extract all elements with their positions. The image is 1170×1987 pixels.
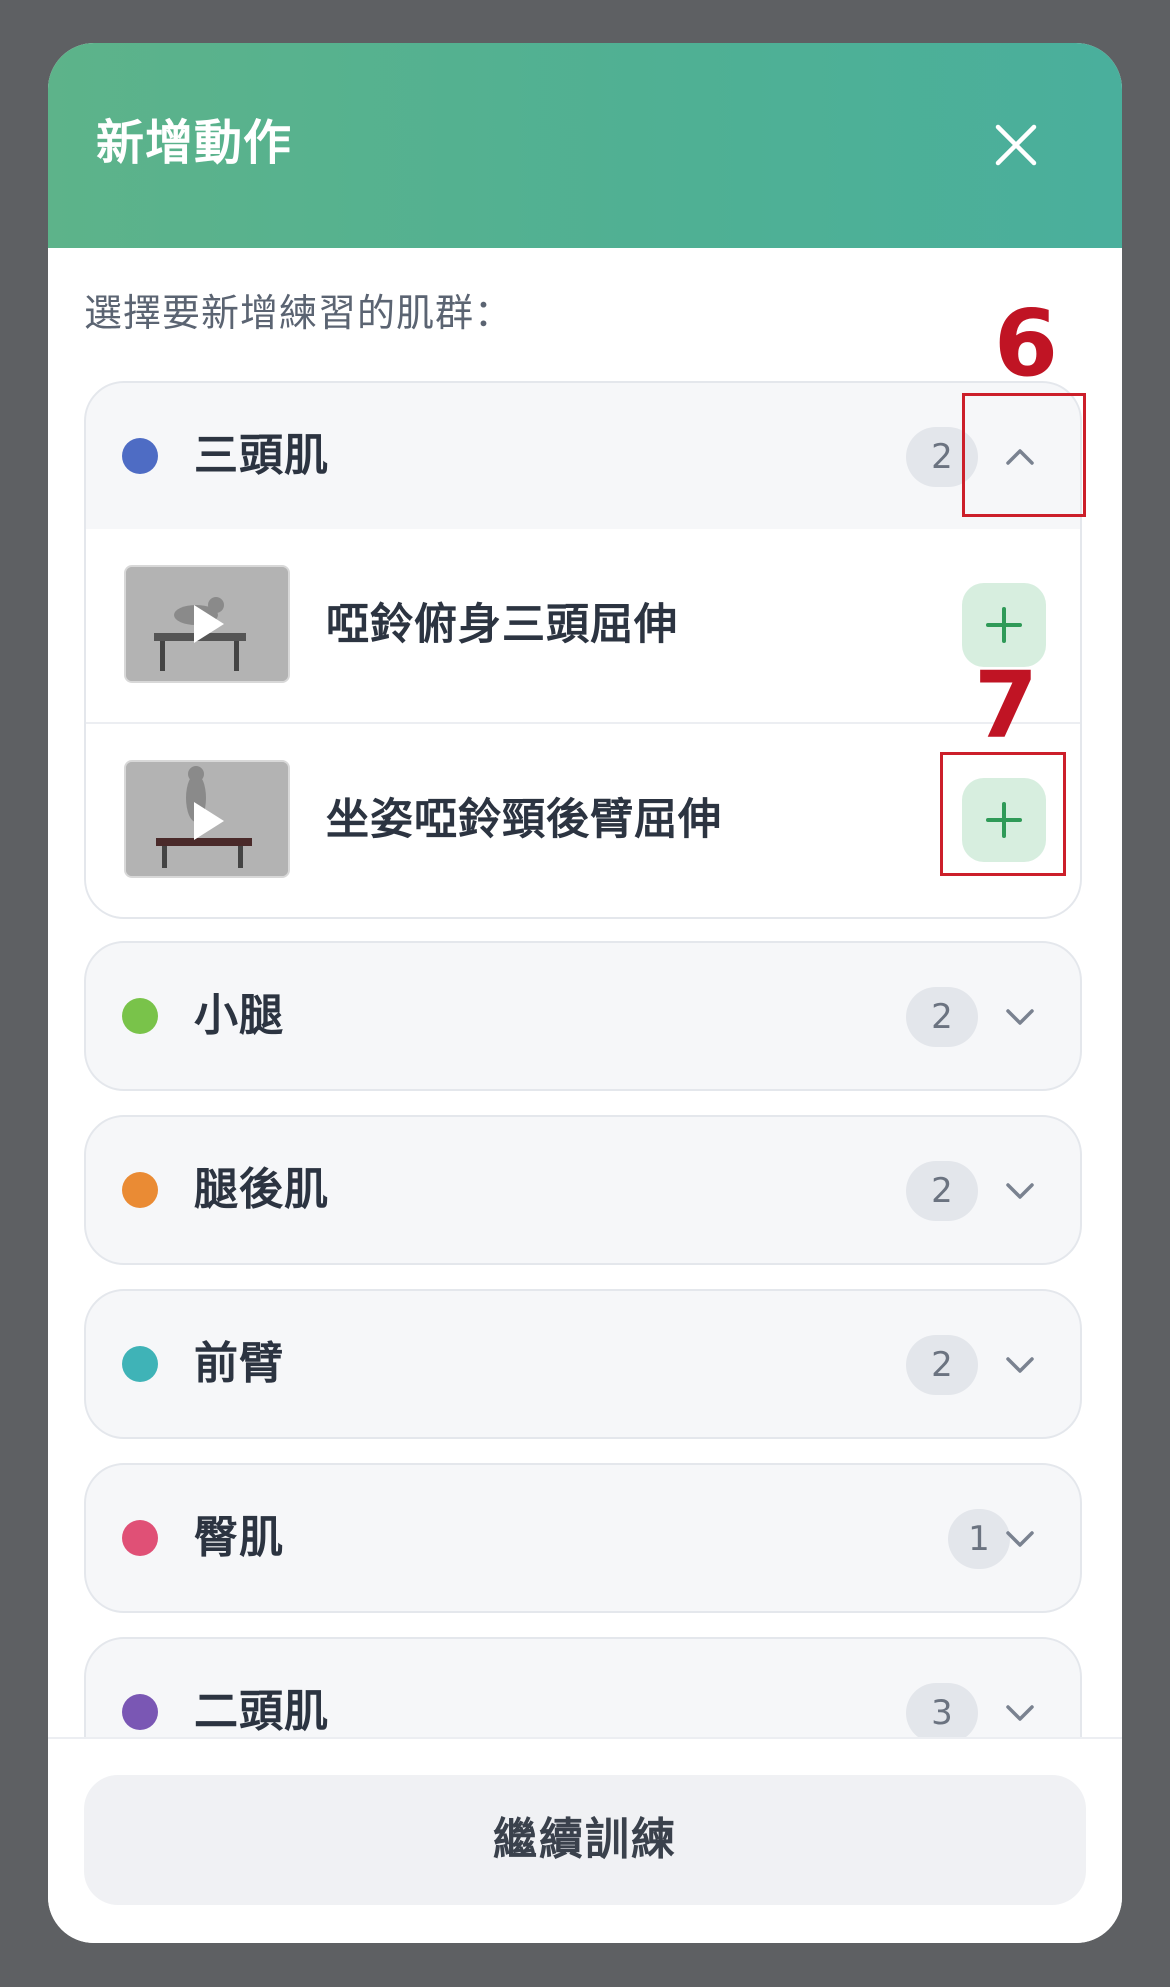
exercise-video-thumbnail[interactable] bbox=[124, 760, 290, 878]
group-header-forearms[interactable]: 前臂 2 bbox=[86, 1291, 1080, 1437]
footer-divider bbox=[48, 1737, 1122, 1739]
group-card-calves[interactable]: 小腿 2 bbox=[84, 941, 1082, 1091]
group-name: 三頭肌 bbox=[194, 430, 329, 481]
group-name: 腿後肌 bbox=[194, 1164, 329, 1215]
exercise-name: 坐姿啞鈴頸後臂屈伸 bbox=[326, 795, 722, 845]
group-count-badge: 3 bbox=[906, 1683, 978, 1743]
group-name: 前臂 bbox=[194, 1338, 284, 1389]
group-color-dot bbox=[122, 1520, 158, 1556]
group-header-triceps[interactable]: 三頭肌 2 bbox=[86, 383, 1080, 529]
add-exercise-modal: 新增動作 選擇要新增練習的肌群： 三頭肌 2 啞鈴俯身三頭屈伸 坐姿啞鈴頸後臂屈… bbox=[48, 43, 1122, 1943]
group-card-triceps: 三頭肌 2 啞鈴俯身三頭屈伸 坐姿啞鈴頸後臂屈伸 bbox=[84, 381, 1082, 919]
exercise-row: 啞鈴俯身三頭屈伸 bbox=[86, 529, 1080, 724]
muscle-group-prompt: 選擇要新增練習的肌群： bbox=[84, 291, 514, 335]
annotation-label: 6 bbox=[994, 290, 1059, 397]
modal-header: 新增動作 bbox=[48, 43, 1122, 248]
continue-training-button[interactable]: 繼續訓練 bbox=[84, 1775, 1086, 1905]
group-card-hamstrings[interactable]: 腿後肌 2 bbox=[84, 1115, 1082, 1265]
continue-training-label: 繼續訓練 bbox=[493, 1814, 677, 1865]
chevron-down-icon[interactable] bbox=[998, 1169, 1042, 1213]
group-color-dot bbox=[122, 1346, 158, 1382]
group-color-dot bbox=[122, 1172, 158, 1208]
exercise-name: 啞鈴俯身三頭屈伸 bbox=[326, 600, 678, 650]
group-count-badge: 2 bbox=[906, 987, 978, 1047]
group-name: 二頭肌 bbox=[194, 1686, 329, 1737]
chevron-down-icon[interactable] bbox=[998, 1691, 1042, 1735]
annotation-box bbox=[940, 752, 1066, 876]
group-header-glutes[interactable]: 臀肌 1 bbox=[86, 1465, 1080, 1611]
group-header-calves[interactable]: 小腿 2 bbox=[86, 943, 1080, 1089]
annotation-box bbox=[962, 393, 1086, 517]
group-count-badge: 2 bbox=[906, 1335, 978, 1395]
group-header-hamstrings[interactable]: 腿後肌 2 bbox=[86, 1117, 1080, 1263]
annotation-label: 7 bbox=[974, 652, 1039, 759]
group-card-forearms[interactable]: 前臂 2 bbox=[84, 1289, 1082, 1439]
group-color-dot bbox=[122, 438, 158, 474]
exercise-row: 坐姿啞鈴頸後臂屈伸 bbox=[86, 724, 1080, 917]
exercise-list: 啞鈴俯身三頭屈伸 坐姿啞鈴頸後臂屈伸 bbox=[86, 529, 1080, 917]
group-count-badge: 2 bbox=[906, 1161, 978, 1221]
group-name: 臀肌 bbox=[194, 1512, 284, 1563]
chevron-down-icon[interactable] bbox=[998, 995, 1042, 1039]
chevron-down-icon[interactable] bbox=[998, 1517, 1042, 1561]
group-name: 小腿 bbox=[194, 990, 284, 1041]
play-icon bbox=[126, 762, 288, 876]
group-card-glutes[interactable]: 臀肌 1 bbox=[84, 1463, 1082, 1613]
group-color-dot bbox=[122, 998, 158, 1034]
close-button[interactable] bbox=[988, 117, 1044, 173]
exercise-video-thumbnail[interactable] bbox=[124, 565, 290, 683]
close-icon bbox=[995, 124, 1037, 166]
chevron-down-icon[interactable] bbox=[998, 1343, 1042, 1387]
group-color-dot bbox=[122, 1694, 158, 1730]
modal-title: 新增動作 bbox=[96, 115, 293, 171]
play-icon bbox=[126, 567, 288, 681]
